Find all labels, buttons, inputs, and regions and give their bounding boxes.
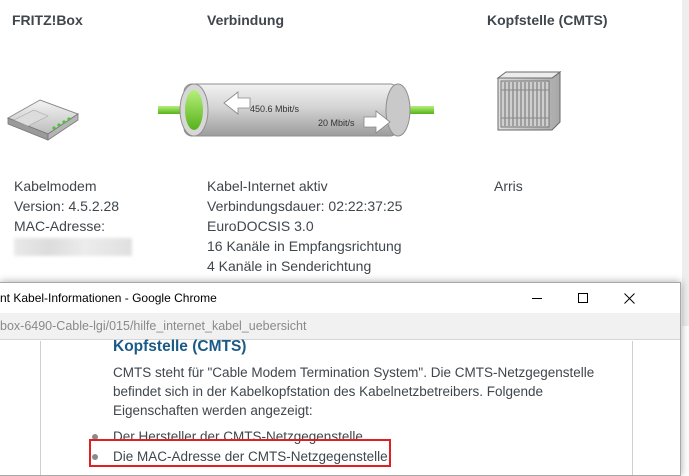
connection-status: Kabel-Internet aktiv — [207, 178, 328, 194]
connection-docsis: EuroDOCSIS 3.0 — [207, 218, 314, 234]
window-titlebar[interactable]: nt Kabel-Informationen - Google Chrome — [0, 283, 680, 313]
address-url: box-6490-Cable-lgi/015/hilfe_internet_ka… — [0, 319, 307, 333]
close-button[interactable] — [606, 283, 652, 313]
minimize-icon — [532, 297, 542, 299]
fritzbox-type: Kabelmodem — [14, 178, 97, 194]
content-border-left — [40, 341, 41, 475]
connection-upstream-channels: 4 Kanäle in Senderichtung — [207, 258, 372, 274]
maximize-button[interactable] — [560, 283, 606, 313]
fritzbox-version: Version: 4.5.2.28 — [14, 198, 120, 214]
connection-info: Kabel-Internet aktiv Verbindungsdauer: 0… — [207, 176, 402, 276]
cmts-title: Kopfstelle (CMTS) — [487, 12, 608, 28]
background-scroll-edge — [682, 0, 689, 326]
address-bar[interactable]: box-6490-Cable-lgi/015/hilfe_internet_ka… — [0, 313, 680, 340]
connection-title: Verbindung — [207, 12, 284, 28]
upstream-rate: 20 Mbit/s — [318, 118, 355, 128]
downstream-rate: 450.6 Mbit/s — [250, 104, 300, 114]
help-paragraph: CMTS steht für "Cable Modem Termination … — [113, 365, 595, 418]
cmts-rack-icon — [496, 71, 562, 131]
highlight-box — [89, 439, 391, 467]
fritzbox-mac-value-redacted — [14, 238, 132, 256]
connection-duration: Verbindungsdauer: 02:22:37:25 — [207, 198, 403, 214]
minimize-button[interactable] — [514, 283, 560, 313]
window-title: nt Kabel-Informationen - Google Chrome — [0, 291, 217, 305]
fritzbox-mac-label: MAC-Adresse: — [14, 218, 106, 234]
fritzbox-title: FRITZ!Box — [12, 12, 83, 28]
help-heading: Kopfstelle (CMTS) — [113, 338, 247, 355]
cmts-info: Arris — [494, 176, 523, 196]
maximize-icon — [578, 293, 588, 303]
connection-downstream-channels: 16 Kanäle in Empfangsrichtung — [207, 238, 402, 254]
content-border-right — [632, 341, 633, 475]
close-icon — [623, 292, 635, 304]
fritzbox-info: Kabelmodem Version: 4.5.2.28 MAC-Adresse… — [14, 176, 132, 261]
cmts-vendor: Arris — [494, 178, 523, 194]
router-icon — [6, 99, 80, 141]
